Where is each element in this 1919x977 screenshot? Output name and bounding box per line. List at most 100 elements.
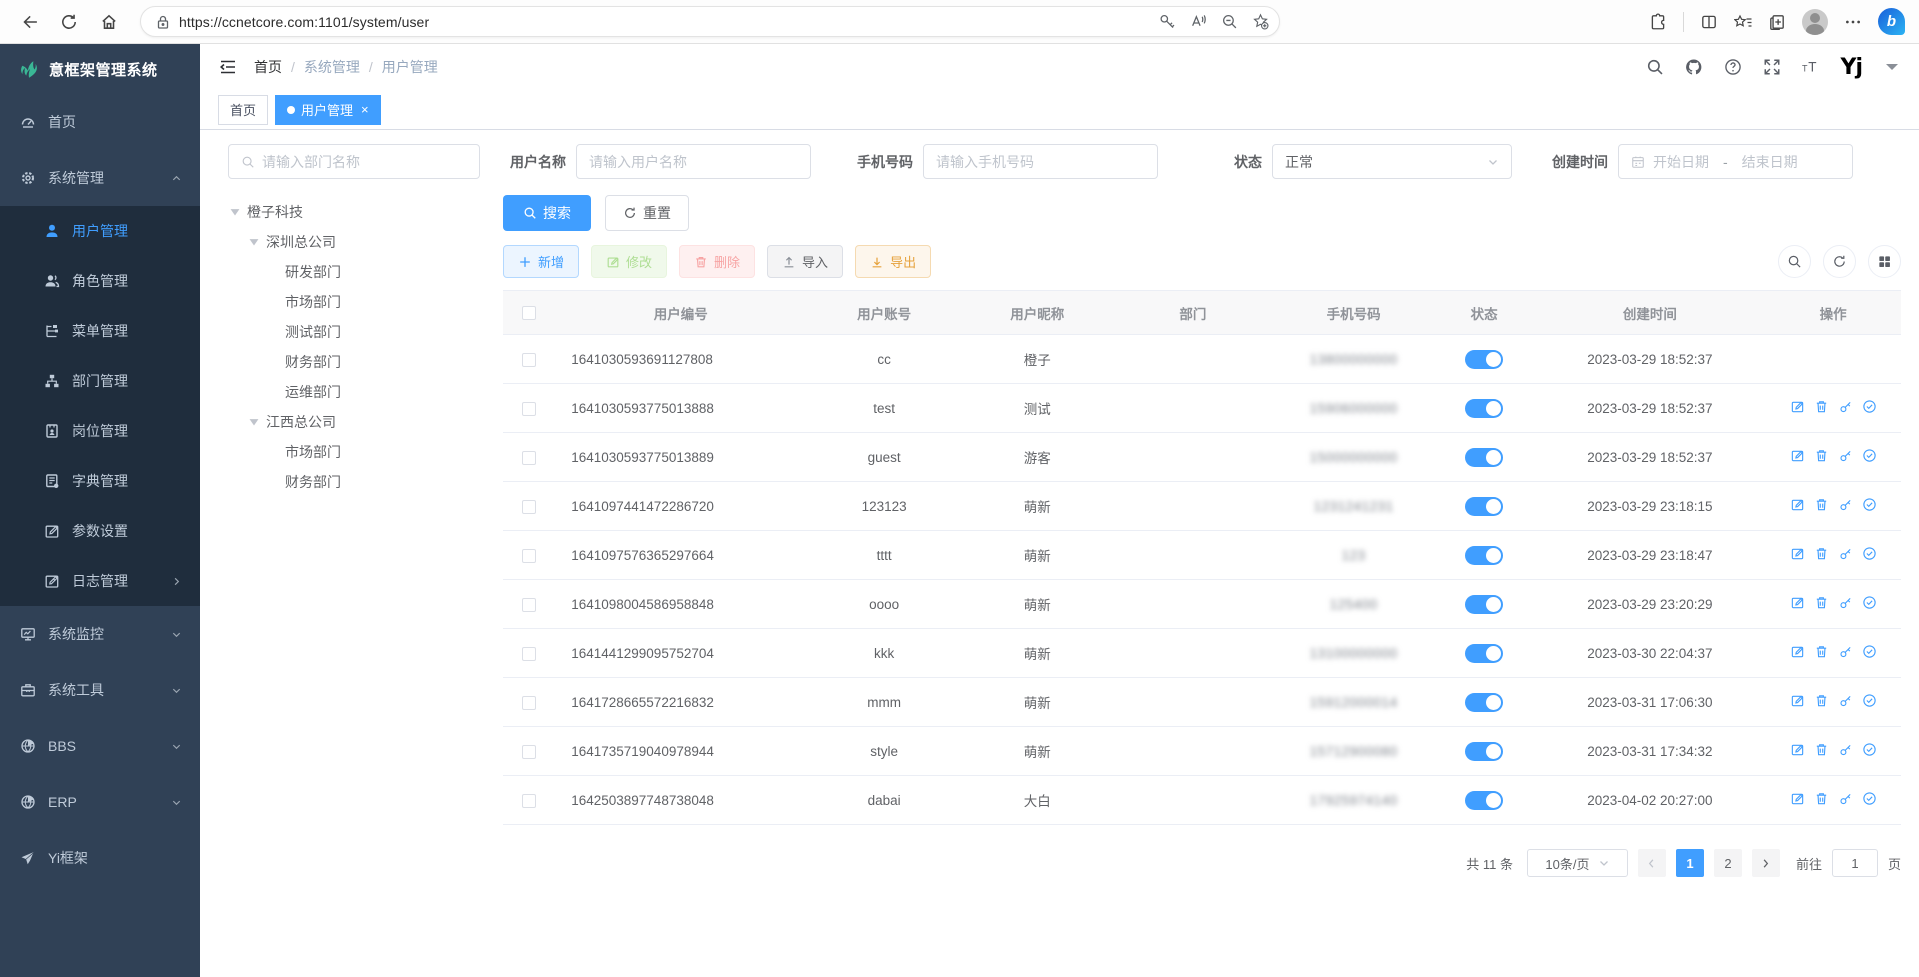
sidebar-item-首页[interactable]: 首页: [0, 94, 200, 150]
tree-node-财务部门[interactable]: 财务部门: [228, 347, 503, 377]
row-edit-icon[interactable]: [1790, 448, 1805, 463]
row-reset-password-icon[interactable]: [1838, 595, 1853, 610]
sidebar-item-日志管理[interactable]: 日志管理: [0, 556, 200, 606]
status-toggle[interactable]: [1465, 742, 1503, 761]
sidebar-item-字典管理[interactable]: 字典管理: [0, 456, 200, 506]
row-assign-role-icon[interactable]: [1862, 644, 1877, 659]
prev-page-button[interactable]: [1638, 849, 1666, 877]
import-button[interactable]: 导入: [767, 245, 843, 278]
sidebar-item-菜单管理[interactable]: 菜单管理: [0, 306, 200, 356]
username-input[interactable]: 请输入用户名称: [576, 144, 811, 179]
row-edit-icon[interactable]: [1790, 791, 1805, 806]
sidebar-item-Yi框架[interactable]: Yi框架: [0, 830, 200, 886]
row-reset-password-icon[interactable]: [1838, 791, 1853, 806]
page-button-1[interactable]: 1: [1676, 849, 1704, 877]
status-toggle[interactable]: [1465, 644, 1503, 663]
reset-button[interactable]: 重置: [605, 195, 689, 231]
row-checkbox[interactable]: [522, 500, 536, 514]
next-page-button[interactable]: [1752, 849, 1780, 877]
status-toggle[interactable]: [1465, 693, 1503, 712]
status-toggle[interactable]: [1465, 350, 1503, 369]
password-key-icon[interactable]: [1159, 13, 1176, 30]
row-delete-icon[interactable]: [1814, 742, 1829, 757]
row-edit-icon[interactable]: [1790, 497, 1805, 512]
fullscreen-icon[interactable]: [1763, 58, 1781, 76]
row-reset-password-icon[interactable]: [1838, 497, 1853, 512]
row-reset-password-icon[interactable]: [1838, 399, 1853, 414]
tab-user-management[interactable]: 用户管理 ×: [275, 95, 381, 125]
row-delete-icon[interactable]: [1814, 644, 1829, 659]
page-size-select[interactable]: 10条/页: [1527, 849, 1628, 877]
sidebar-item-BBS[interactable]: BBS: [0, 718, 200, 774]
tree-node-测试部门[interactable]: 测试部门: [228, 317, 503, 347]
help-icon[interactable]: [1724, 58, 1742, 76]
sidebar-item-角色管理[interactable]: 角色管理: [0, 256, 200, 306]
row-delete-icon[interactable]: [1814, 448, 1829, 463]
table-refresh-button[interactable]: [1823, 245, 1856, 278]
app-logo[interactable]: 意框架管理系统: [0, 44, 200, 94]
row-reset-password-icon[interactable]: [1838, 644, 1853, 659]
sidebar-item-系统工具[interactable]: 系统工具: [0, 662, 200, 718]
caret-down-icon[interactable]: [1883, 58, 1901, 76]
copilot-icon[interactable]: b: [1878, 8, 1905, 35]
row-assign-role-icon[interactable]: [1862, 399, 1877, 414]
row-assign-role-icon[interactable]: [1862, 791, 1877, 806]
date-range-input[interactable]: 开始日期 - 结束日期: [1618, 144, 1853, 179]
sidebar-item-系统管理[interactable]: 系统管理: [0, 150, 200, 206]
table-search-toggle-button[interactable]: [1778, 245, 1811, 278]
status-toggle[interactable]: [1465, 448, 1503, 467]
row-checkbox[interactable]: [522, 794, 536, 808]
sidebar-item-部门管理[interactable]: 部门管理: [0, 356, 200, 406]
row-edit-icon[interactable]: [1790, 546, 1805, 561]
favorites-icon[interactable]: [1734, 13, 1752, 31]
sidebar-item-参数设置[interactable]: 参数设置: [0, 506, 200, 556]
read-aloud-icon[interactable]: [1190, 13, 1207, 30]
zoom-out-icon[interactable]: [1221, 13, 1238, 30]
row-delete-icon[interactable]: [1814, 399, 1829, 414]
status-toggle[interactable]: [1465, 595, 1503, 614]
collections-icon[interactable]: [1768, 13, 1786, 31]
row-edit-icon[interactable]: [1790, 693, 1805, 708]
row-checkbox[interactable]: [522, 402, 536, 416]
status-select[interactable]: 正常: [1272, 144, 1512, 179]
export-button[interactable]: 导出: [855, 245, 931, 278]
sidebar-item-用户管理[interactable]: 用户管理: [0, 206, 200, 256]
phone-input[interactable]: 请输入手机号码: [923, 144, 1158, 179]
breadcrumb-system[interactable]: 系统管理: [304, 57, 360, 77]
address-bar[interactable]: https://ccnetcore.com:1101/system/user: [140, 6, 1280, 37]
row-edit-icon[interactable]: [1790, 595, 1805, 610]
goto-page-input[interactable]: 1: [1832, 849, 1878, 877]
row-reset-password-icon[interactable]: [1838, 448, 1853, 463]
collapse-sidebar-icon[interactable]: [218, 57, 238, 77]
search-icon[interactable]: [1646, 58, 1664, 76]
row-delete-icon[interactable]: [1814, 546, 1829, 561]
github-icon[interactable]: [1685, 58, 1703, 76]
tree-node-财务部门[interactable]: 财务部门: [228, 467, 503, 497]
row-reset-password-icon[interactable]: [1838, 742, 1853, 757]
row-assign-role-icon[interactable]: [1862, 742, 1877, 757]
row-edit-icon[interactable]: [1790, 399, 1805, 414]
tree-node-市场部门[interactable]: 市场部门: [228, 437, 503, 467]
split-screen-icon[interactable]: [1700, 13, 1718, 31]
tree-node-深圳总公司[interactable]: 深圳总公司: [228, 227, 503, 257]
extensions-icon[interactable]: [1649, 13, 1667, 31]
sidebar-item-系统监控[interactable]: 系统监控: [0, 606, 200, 662]
row-checkbox[interactable]: [522, 598, 536, 612]
tree-node-运维部门[interactable]: 运维部门: [228, 377, 503, 407]
edit-button[interactable]: 修改: [591, 245, 667, 278]
row-checkbox[interactable]: [522, 745, 536, 759]
caret-down-icon[interactable]: [247, 415, 261, 429]
sidebar-item-岗位管理[interactable]: 岗位管理: [0, 406, 200, 456]
search-button[interactable]: 搜索: [503, 195, 591, 231]
font-size-icon[interactable]: TT: [1802, 58, 1820, 76]
add-button[interactable]: 新增: [503, 245, 579, 278]
tab-home[interactable]: 首页: [218, 95, 268, 125]
dept-search-input[interactable]: 请输入部门名称: [228, 144, 480, 179]
row-assign-role-icon[interactable]: [1862, 448, 1877, 463]
add-favorite-icon[interactable]: [1252, 13, 1269, 30]
caret-down-icon[interactable]: [228, 205, 242, 219]
page-button-2[interactable]: 2: [1714, 849, 1742, 877]
user-logo[interactable]: Yj: [1841, 55, 1862, 80]
row-edit-icon[interactable]: [1790, 742, 1805, 757]
status-toggle[interactable]: [1465, 497, 1503, 516]
